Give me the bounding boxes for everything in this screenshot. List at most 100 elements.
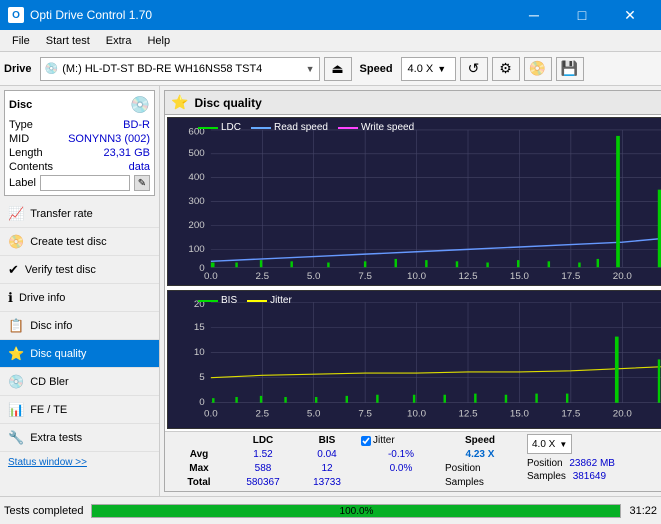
progress-bar-container: 100.0% xyxy=(91,504,621,518)
stats-col-ldc: LDC xyxy=(233,435,293,446)
svg-text:20.0: 20.0 xyxy=(613,271,632,282)
ldc-chart-svg: 0 100 200 300 400 500 600 2X 4X 6X 8X 10… xyxy=(168,118,661,285)
sidebar-item-disc-quality[interactable]: ⭐ Disc quality xyxy=(0,340,159,368)
svg-text:17.5: 17.5 xyxy=(561,409,580,420)
write-speed-legend-item: Write speed xyxy=(338,122,414,133)
menu-extra[interactable]: Extra xyxy=(98,33,140,49)
refresh-button[interactable]: ↺ xyxy=(460,57,488,81)
menu-file[interactable]: File xyxy=(4,33,38,49)
samples-label: Samples xyxy=(445,477,484,488)
read-speed-legend-item: Read speed xyxy=(251,122,328,133)
speed-dropdown-arrow: ▼ xyxy=(559,440,567,449)
svg-text:15.0: 15.0 xyxy=(510,409,529,420)
disc-quality-header: ⭐ Disc quality xyxy=(165,91,661,115)
position-value: 23862 MB xyxy=(569,458,615,469)
menu-help[interactable]: Help xyxy=(139,33,178,49)
sidebar-item-label: FE / TE xyxy=(30,404,67,416)
fe-te-icon: 📊 xyxy=(8,402,24,418)
sidebar-nav: 📈 Transfer rate 📀 Create test disc ✔ Ver… xyxy=(0,200,159,496)
save-button[interactable]: 💾 xyxy=(556,57,584,81)
speed-chevron-icon: ▼ xyxy=(437,64,446,74)
disc-panel: Disc 💿 Type BD-R MID SONYNN3 (002) Lengt… xyxy=(4,90,155,196)
samples-row: Samples xyxy=(445,477,515,488)
settings-button[interactable]: ⚙ xyxy=(492,57,520,81)
drive-info-icon: ℹ xyxy=(8,290,13,306)
close-button[interactable]: ✕ xyxy=(607,0,653,30)
contents-label: Contents xyxy=(9,161,53,173)
speed-dropdown-row: 4.0 X ▼ xyxy=(527,434,661,454)
samples-label-display: Samples xyxy=(527,471,566,482)
sidebar-item-label: CD Bler xyxy=(30,376,69,388)
total-jitter-empty xyxy=(361,477,441,488)
menu-start-test[interactable]: Start test xyxy=(38,33,98,49)
drive-select[interactable]: 💿 (M:) HL-DT-ST BD-RE WH16NS58 TST4 ▼ xyxy=(40,57,320,81)
bis-legend-label: BIS xyxy=(221,295,237,306)
type-value: BD-R xyxy=(123,119,150,131)
avg-speed: 4.23 X xyxy=(445,449,515,460)
app-icon: O xyxy=(8,7,24,23)
disc-quality-panel: ⭐ Disc quality LDC Read speed xyxy=(164,90,661,492)
sidebar-item-cd-bler[interactable]: 💿 CD Bler xyxy=(0,368,159,396)
chevron-down-icon: ▼ xyxy=(306,64,315,74)
length-value: 23,31 GB xyxy=(104,147,150,159)
chart1-legend: LDC Read speed Write speed xyxy=(198,122,414,133)
menu-bar: File Start test Extra Help xyxy=(0,30,661,52)
total-label: Total xyxy=(169,477,229,488)
disc-quality-title: Disc quality xyxy=(194,96,261,110)
position-label: Position xyxy=(445,463,481,474)
position-label-display: Position xyxy=(527,458,563,469)
progress-text: 100.0% xyxy=(92,505,620,519)
stats-col-bis: BIS xyxy=(297,435,357,446)
position-samples-row: Position 23862 MB xyxy=(527,458,661,469)
sidebar-item-verify-test-disc[interactable]: ✔ Verify test disc xyxy=(0,256,159,284)
sidebar-item-drive-info[interactable]: ℹ Drive info xyxy=(0,284,159,312)
avg-ldc: 1.52 xyxy=(233,449,293,460)
jitter-legend-item: Jitter xyxy=(247,295,292,306)
speed-dropdown[interactable]: 4.0 X ▼ xyxy=(527,434,572,454)
max-label: Max xyxy=(169,463,229,474)
charts-area: LDC Read speed Write speed xyxy=(165,115,661,491)
sidebar: Disc 💿 Type BD-R MID SONYNN3 (002) Lengt… xyxy=(0,86,160,496)
speed-label: Speed xyxy=(356,63,397,75)
drive-toolbar: Drive 💿 (M:) HL-DT-ST BD-RE WH16NS58 TST… xyxy=(0,52,661,86)
label-input[interactable] xyxy=(40,175,130,191)
total-ldc: 580367 xyxy=(233,477,293,488)
svg-text:7.5: 7.5 xyxy=(358,271,372,282)
status-time: 31:22 xyxy=(629,505,657,517)
transfer-rate-icon: 📈 xyxy=(8,206,24,222)
avg-label: Avg xyxy=(169,449,229,460)
write-speed-legend-label: Write speed xyxy=(361,122,414,133)
minimize-button[interactable]: ─ xyxy=(511,0,557,30)
mid-value: SONYNN3 (002) xyxy=(68,133,150,145)
extra-tests-icon: 🔧 xyxy=(8,430,24,446)
position-row: Position xyxy=(445,463,515,474)
disc-button[interactable]: 📀 xyxy=(524,57,552,81)
status-window-button[interactable]: Status window >> xyxy=(0,452,159,472)
eject-button[interactable]: ⏏ xyxy=(324,57,352,81)
drive-name: (M:) HL-DT-ST BD-RE WH16NS58 TST4 xyxy=(62,63,301,75)
label-label: Label xyxy=(9,177,36,189)
ldc-legend-label: LDC xyxy=(221,122,241,133)
sidebar-item-transfer-rate[interactable]: 📈 Transfer rate xyxy=(0,200,159,228)
maximize-button[interactable]: □ xyxy=(559,0,605,30)
disc-panel-title: Disc xyxy=(9,99,32,111)
chart2-legend: BIS Jitter xyxy=(198,295,292,306)
jitter-checkbox[interactable] xyxy=(361,436,371,446)
sidebar-item-fe-te[interactable]: 📊 FE / TE xyxy=(0,396,159,424)
contents-value: data xyxy=(129,161,150,173)
samples-value: 381649 xyxy=(573,471,606,482)
create-test-disc-icon: 📀 xyxy=(8,234,24,250)
svg-text:12.5: 12.5 xyxy=(458,409,477,420)
drive-label: Drive xyxy=(4,63,36,75)
sidebar-item-label: Drive info xyxy=(19,292,65,304)
sidebar-item-create-test-disc[interactable]: 📀 Create test disc xyxy=(0,228,159,256)
disc-info-icon: 📋 xyxy=(8,318,24,334)
title-bar: O Opti Drive Control 1.70 ─ □ ✕ xyxy=(0,0,661,30)
label-set-button[interactable]: ✎ xyxy=(134,175,150,191)
svg-text:400: 400 xyxy=(188,172,204,183)
stats-total-row: Total 580367 13733 Samples xyxy=(169,477,515,488)
svg-text:15: 15 xyxy=(194,322,205,333)
sidebar-item-disc-info[interactable]: 📋 Disc info xyxy=(0,312,159,340)
sidebar-item-extra-tests[interactable]: 🔧 Extra tests xyxy=(0,424,159,452)
speed-select[interactable]: 4.0 X ▼ xyxy=(401,57,456,81)
